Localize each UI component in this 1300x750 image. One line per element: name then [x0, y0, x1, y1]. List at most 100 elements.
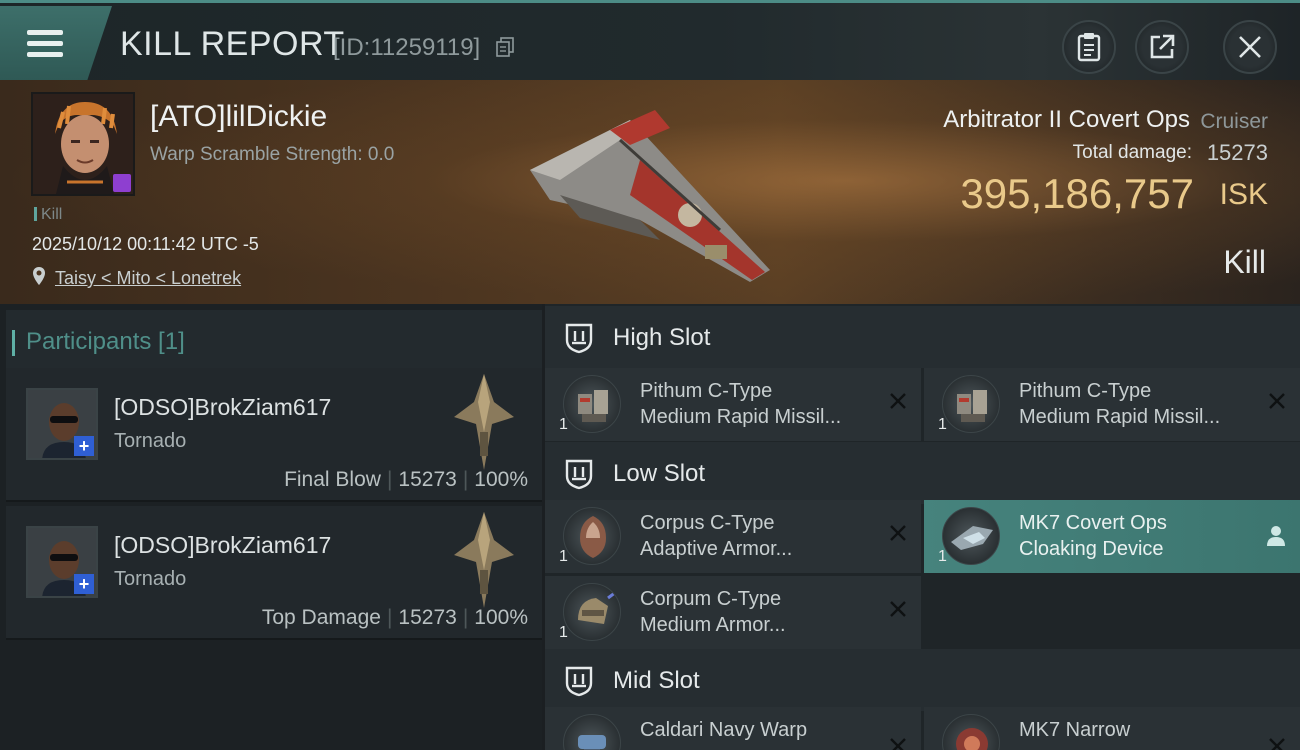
participant-stats: Top Damage | 15273 | 100% — [261, 606, 528, 629]
kill-result-label: Kill — [1223, 244, 1266, 280]
module-item-selected[interactable]: 1 MK7 Covert Ops Cloaking Device — [924, 500, 1300, 573]
clipboard-icon — [1077, 33, 1101, 62]
close-icon — [1239, 36, 1261, 58]
module-type: Medium Rapid Missil... — [1019, 406, 1221, 428]
module-type: Medium Rapid Missil... — [640, 406, 842, 428]
destroyed-x-icon — [890, 525, 906, 541]
kill-location-link[interactable]: Taisy < Mito < Lonetrek — [55, 268, 241, 289]
module-item[interactable]: Caldari Navy Warp — [545, 707, 921, 750]
cloaking-device-icon — [942, 507, 1000, 565]
participant-ship: Tornado — [114, 430, 187, 452]
total-damage-label: Total damage: — [1072, 142, 1192, 163]
module-name: MK7 Narrow — [1019, 719, 1131, 741]
armor-hardener-icon — [563, 507, 621, 565]
participant-role: Top Damage — [261, 606, 381, 629]
module-quantity: 1 — [938, 548, 947, 565]
low-slot-header: Low Slot — [545, 442, 1300, 504]
participants-title: Participants [1] — [12, 328, 185, 356]
isk-unit: ISK — [1219, 178, 1268, 211]
report-details-button[interactable] — [1062, 20, 1116, 74]
mid-slot-shield-icon — [565, 666, 593, 697]
add-contact-icon[interactable]: + — [74, 574, 94, 594]
module-name: MK7 Covert Ops — [1019, 512, 1167, 534]
participant-damage-percent: 100% — [474, 606, 528, 629]
participant-name[interactable]: [ODSO]BrokZiam617 — [114, 394, 331, 421]
high-slot-header: High Slot — [545, 306, 1300, 368]
victim-portrait[interactable] — [31, 92, 135, 196]
mid-slot-label: Mid Slot — [613, 667, 700, 694]
participant-damage: 15273 — [398, 468, 457, 491]
low-slot-shield-icon — [565, 459, 593, 490]
participant-damage-percent: 100% — [474, 468, 528, 491]
destroyed-x-icon — [1269, 738, 1285, 750]
close-button[interactable] — [1223, 20, 1277, 74]
dropped-item-person-icon — [1267, 526, 1285, 546]
hamburger-menu-icon — [27, 30, 63, 58]
module-name: Corpum C-Type — [640, 588, 782, 610]
participant-ship-image[interactable] — [444, 372, 524, 472]
victim-name[interactable]: [ATO]lilDickie — [150, 100, 327, 134]
module-quantity: 1 — [559, 548, 568, 565]
add-contact-icon[interactable]: + — [74, 436, 94, 456]
module-item[interactable]: 1 Corpus C-Type Adaptive Armor... — [545, 500, 921, 573]
top-bar: KILL REPORT [ID:11259119] — [0, 0, 1300, 80]
mid-slot-header: Mid Slot — [545, 649, 1300, 711]
high-slot-shield-icon — [565, 323, 593, 354]
victim-ship-name[interactable]: Arbitrator II Covert Ops — [943, 106, 1190, 134]
module-item[interactable]: MK7 Narrow — [924, 707, 1300, 750]
total-damage-value: 15273 — [1206, 140, 1268, 165]
victim-ship-image[interactable] — [520, 100, 780, 290]
participant-role: Final Blow — [284, 468, 381, 491]
missile-launcher-icon — [563, 375, 621, 433]
participant-row[interactable]: + [ODSO]BrokZiam617 Tornado Final Blow | 1… — [6, 368, 542, 502]
warp-scramble-strength: Warp Scramble Strength: 0.0 — [150, 144, 395, 165]
module-type: Adaptive Armor... — [640, 538, 793, 560]
module-name: Pithum C-Type — [640, 380, 773, 402]
destroyed-x-icon — [890, 393, 906, 409]
module-type: Cloaking Device — [1019, 538, 1164, 560]
participant-avatar[interactable]: + — [26, 388, 98, 460]
victim-ship-class: Cruiser — [1200, 110, 1268, 133]
high-slot-label: High Slot — [613, 324, 711, 351]
kill-tag: Kill — [34, 206, 62, 224]
module-quantity: 1 — [559, 624, 568, 641]
share-button[interactable] — [1135, 20, 1189, 74]
page-title: KILL REPORT — [120, 25, 345, 63]
module-name: Pithum C-Type — [1019, 380, 1152, 402]
participant-stats: Final Blow | 15273 | 100% — [284, 468, 528, 491]
fitting-panel: High Slot 1 Pithum C-Type Medium Rapid M… — [545, 304, 1300, 750]
participant-name[interactable]: [ODSO]BrokZiam617 — [114, 532, 331, 559]
kill-datetime: 2025/10/12 00:11:42 UTC -5 — [32, 234, 259, 254]
corp-badge-icon — [113, 174, 131, 192]
low-slot-label: Low Slot — [613, 460, 706, 487]
module-name: Caldari Navy Warp — [640, 719, 808, 741]
location-pin-icon — [33, 267, 45, 285]
isk-value: 395,186,757 — [960, 170, 1194, 217]
participant-ship: Tornado — [114, 568, 187, 590]
armor-repairer-icon — [563, 583, 621, 641]
destroyed-x-icon — [890, 601, 906, 617]
share-icon — [1150, 34, 1175, 59]
menu-button[interactable] — [0, 6, 112, 80]
participant-ship-image[interactable] — [444, 510, 524, 610]
sensor-module-icon — [942, 714, 1000, 750]
victim-panel: [ATO]lilDickie Warp Scramble Strength: 0… — [0, 80, 1300, 304]
participant-damage: 15273 — [398, 606, 457, 629]
participant-avatar[interactable]: + — [26, 526, 98, 598]
module-type: Medium Armor... — [640, 614, 786, 636]
module-item[interactable]: 1 Pithum C-Type Medium Rapid Missil... — [545, 368, 921, 441]
destroyed-x-icon — [1269, 393, 1285, 409]
missile-launcher-icon — [942, 375, 1000, 433]
copy-icon[interactable] — [496, 37, 514, 57]
module-item[interactable]: 1 Corpum C-Type Medium Armor... — [545, 576, 921, 649]
warp-scrambler-icon — [563, 714, 621, 750]
module-quantity: 1 — [559, 416, 568, 433]
module-quantity: 1 — [938, 416, 947, 433]
module-item[interactable]: 1 Pithum C-Type Medium Rapid Missil... — [924, 368, 1300, 441]
report-id: [ID:11259119] — [333, 34, 481, 61]
participants-header: Participants [1] — [6, 310, 542, 370]
destroyed-x-icon — [890, 738, 906, 750]
module-name: Corpus C-Type — [640, 512, 775, 534]
participant-row[interactable]: + [ODSO]BrokZiam617 Tornado Top Damage | 1… — [6, 506, 542, 640]
participants-panel: Participants [1] + [ODSO]BrokZiam617 Tor… — [0, 304, 542, 750]
